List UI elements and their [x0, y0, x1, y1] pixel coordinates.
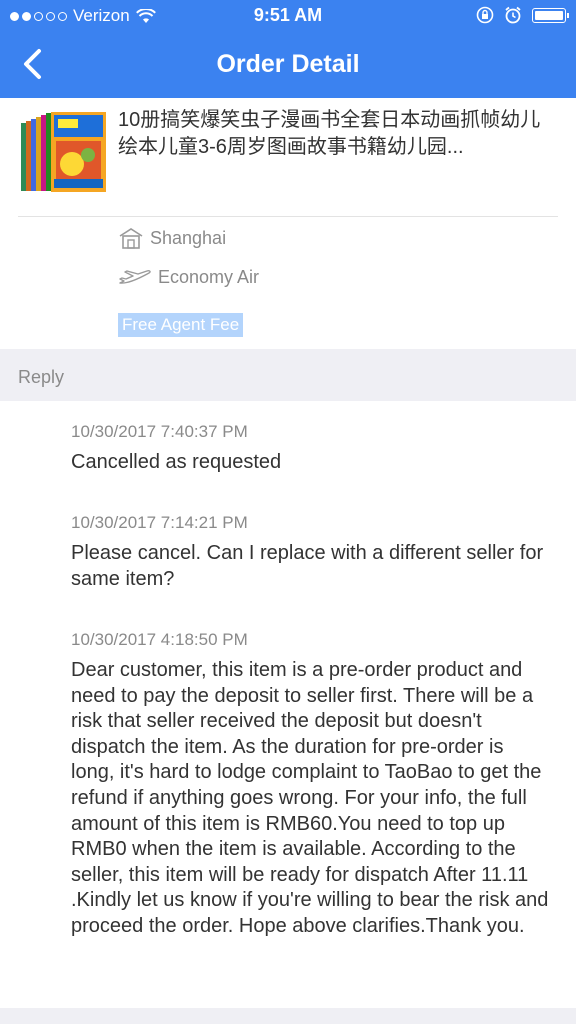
product-section: 10册搞笑爆笑虫子漫画书全套日本动画抓帧幼儿绘本儿童3-6周岁图画故事书籍幼儿园… [0, 98, 576, 349]
status-bar: Verizon 9:51 AM [0, 0, 576, 32]
alarm-icon [505, 6, 521, 24]
top-bar: Verizon 9:51 AM Order Detail [0, 0, 576, 98]
divider [18, 216, 558, 217]
warehouse-icon [119, 228, 143, 249]
reply-timestamp: 10/30/2017 4:18:50 PM [71, 630, 248, 649]
battery-icon [532, 7, 569, 23]
product-title[interactable]: 10册搞笑爆笑虫子漫画书全套日本动画抓帧幼儿绘本儿童3-6周岁图画故事书籍幼儿园… [118, 107, 558, 161]
reply-item: 10/30/2017 7:14:21 PM Please cancel. Can… [71, 512, 551, 592]
location-label: Shanghai [150, 227, 227, 248]
reply-text: Cancelled as requested [71, 451, 282, 473]
reply-item: 10/30/2017 4:18:50 PM Dear customer, thi… [71, 629, 551, 940]
nav-bar: Order Detail [0, 32, 576, 98]
free-agent-fee-badge: Free Agent Fee [118, 313, 244, 337]
product-thumbnail[interactable] [18, 109, 110, 195]
reply-timestamp: 10/30/2017 7:40:37 PM [71, 422, 248, 441]
reply-item: 10/30/2017 7:40:37 PM Cancelled as reque… [71, 421, 551, 476]
location-row: Shanghai [118, 226, 226, 250]
reply-header-label: Reply [18, 367, 65, 387]
page-title: Order Detail [216, 50, 360, 78]
reply-section-header: Reply [0, 349, 576, 401]
airplane-icon [119, 269, 151, 284]
reply-text: Dear customer, this item is a pre-order … [71, 659, 549, 937]
shipping-row: Economy Air [118, 267, 259, 288]
status-right [476, 6, 569, 24]
bottom-bar [0, 1008, 576, 1024]
shipping-label: Economy Air [158, 267, 260, 287]
reply-text: Please cancel. Can I replace with a diff… [71, 542, 544, 590]
reply-timestamp: 10/30/2017 7:14:21 PM [71, 513, 248, 532]
rotation-lock-icon [476, 6, 494, 24]
